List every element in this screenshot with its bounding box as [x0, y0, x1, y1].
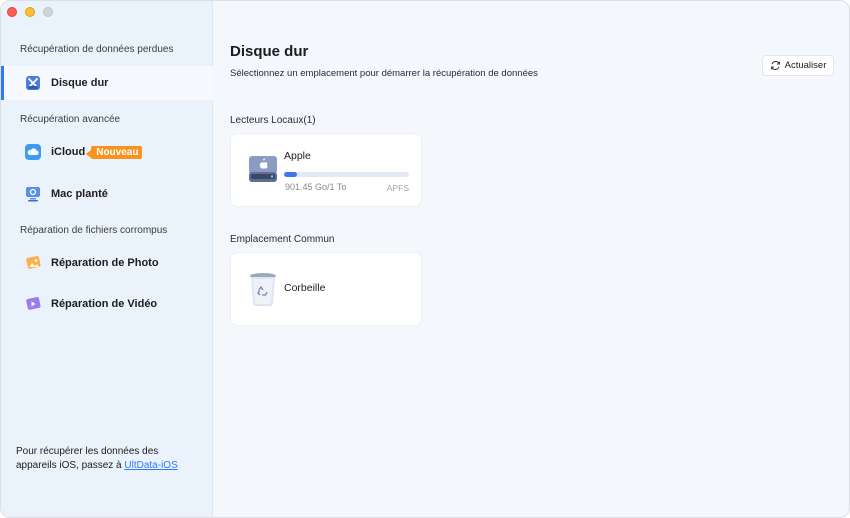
video-repair-icon: [23, 294, 43, 314]
minimize-window-button[interactable]: [25, 7, 35, 17]
trash-card[interactable]: Corbeille: [231, 253, 421, 325]
app-window: Récupération de données perdues Disque d…: [0, 0, 850, 518]
sidebar-item-label: Réparation de Photo: [51, 257, 159, 269]
new-badge: Nouveau: [86, 145, 143, 159]
section-title-advanced: Récupération avancée: [20, 114, 121, 125]
sidebar-item-icloud[interactable]: iCloud Nouveau: [1, 135, 213, 169]
local-drives-title: Lecteurs Locaux(1): [230, 115, 316, 126]
photo-repair-icon: [23, 253, 43, 273]
close-window-button[interactable]: [7, 7, 17, 17]
icloud-icon: [23, 142, 43, 162]
ios-footnote: Pour récupérer les données des appareils…: [16, 445, 201, 473]
sidebar-item-crashed-mac[interactable]: Mac planté: [1, 177, 213, 211]
trash-icon: [248, 271, 278, 312]
sidebar-item-photo-repair[interactable]: Réparation de Photo: [1, 246, 213, 280]
sidebar-item-label: Mac planté: [51, 188, 108, 200]
common-location-title: Emplacement Commun: [230, 234, 335, 245]
sidebar: Récupération de données perdues Disque d…: [1, 1, 213, 517]
sidebar-item-video-repair[interactable]: Réparation de Vidéo: [1, 287, 213, 321]
hard-drive-tools-icon: [23, 73, 43, 93]
page-subtitle: Sélectionnez un emplacement pour démarre…: [230, 68, 538, 79]
sidebar-item-label: Disque dur: [51, 77, 109, 89]
section-title-lost-data: Récupération de données perdues: [20, 44, 174, 55]
window-controls: [7, 7, 53, 17]
drive-size: 901.45 Go/1 To: [285, 182, 347, 192]
drive-filesystem: APFS: [386, 183, 409, 193]
crashed-mac-icon: [23, 184, 43, 204]
drive-usage-fill: [284, 172, 297, 177]
drive-usage-bar: [284, 172, 409, 177]
refresh-icon: [770, 61, 780, 70]
refresh-label: Actualiser: [784, 60, 827, 71]
drive-name: Apple: [284, 150, 311, 162]
section-title-repair: Réparation de fichiers corrompus: [20, 225, 168, 236]
sidebar-item-label: Réparation de Vidéo: [51, 298, 158, 310]
main-content: Disque dur Sélectionnez un emplacement p…: [214, 1, 849, 517]
zoom-window-button[interactable]: [43, 7, 53, 17]
hard-drive-icon: [247, 152, 279, 191]
refresh-button[interactable]: Actualiser: [762, 55, 834, 76]
trash-name: Corbeille: [284, 282, 326, 294]
ultdata-ios-link[interactable]: UltData-iOS: [124, 460, 177, 471]
page-title: Disque dur: [230, 43, 309, 60]
sidebar-item-hard-drive[interactable]: Disque dur: [1, 66, 213, 100]
sidebar-item-label: iCloud: [51, 146, 86, 158]
drive-card-apple[interactable]: Apple 901.45 Go/1 To APFS: [231, 134, 421, 206]
